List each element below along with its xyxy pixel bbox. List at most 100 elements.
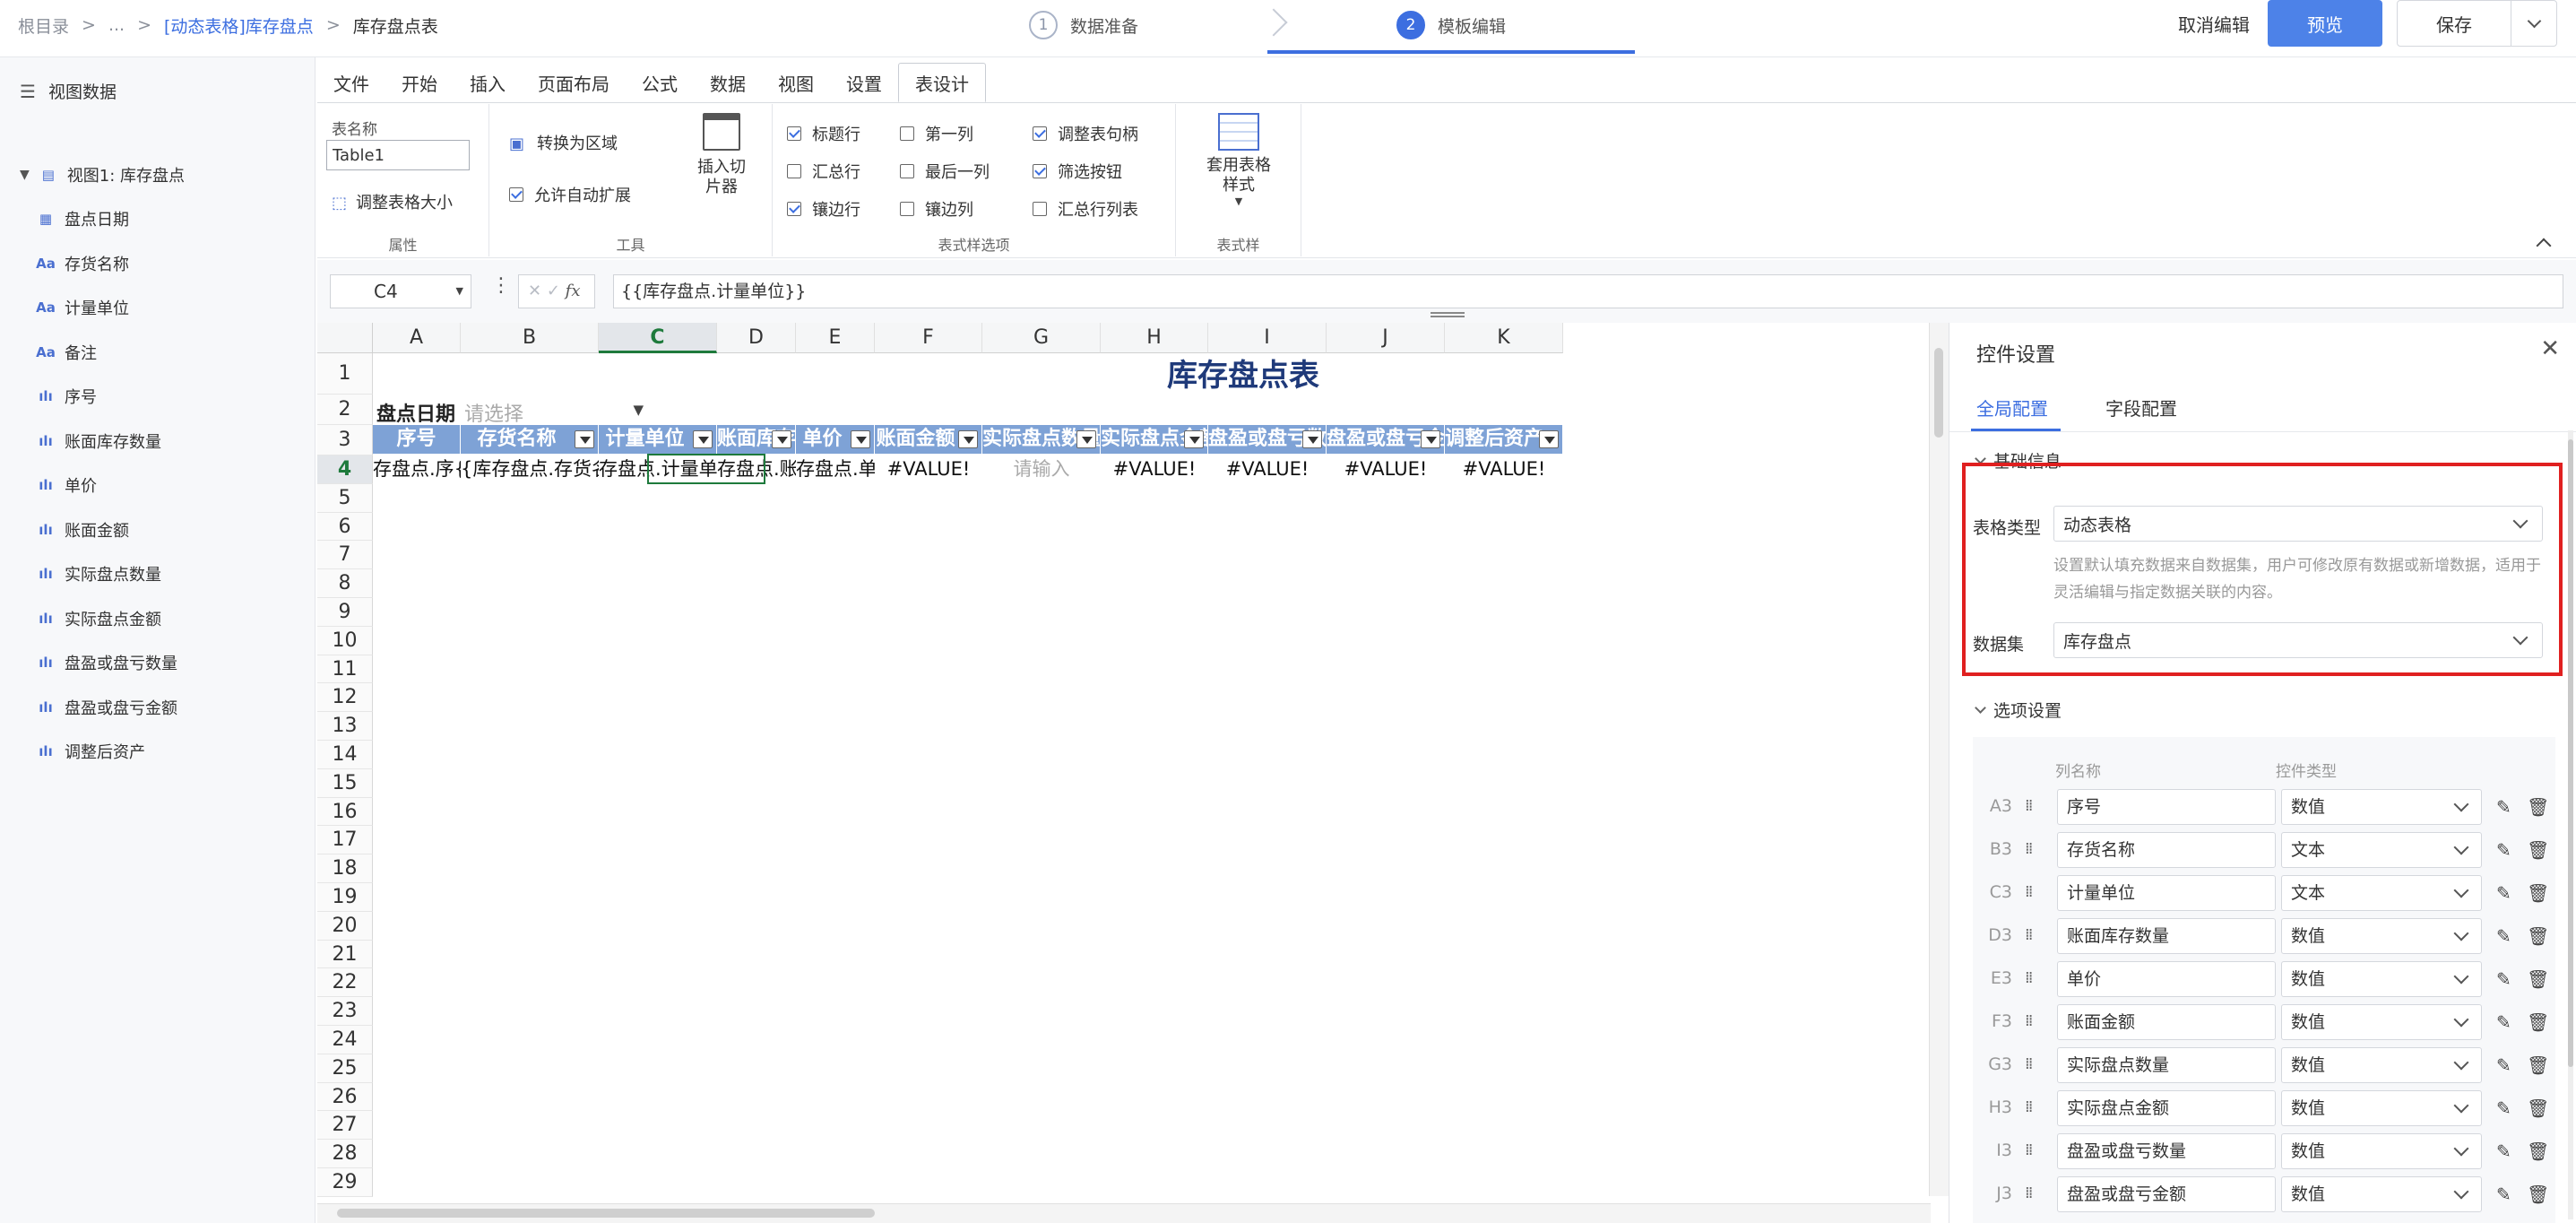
row-header[interactable]: 25 bbox=[317, 1054, 373, 1083]
filter-dropdown-icon[interactable] bbox=[1539, 430, 1559, 448]
tree-root[interactable]: ▼ ▤ 视图1: 库存盘点 bbox=[20, 152, 185, 197]
filter-dropdown-icon[interactable] bbox=[1421, 430, 1440, 448]
ribbon-tab[interactable]: 开始 bbox=[385, 63, 454, 102]
filter-dropdown-icon[interactable] bbox=[958, 430, 978, 448]
section-options[interactable]: 选项设置 bbox=[1975, 698, 2062, 722]
row-header[interactable]: 6 bbox=[317, 512, 373, 542]
table-header-cell[interactable]: 单价 bbox=[796, 425, 875, 454]
column-name-input[interactable]: 盘盈或盘亏数量 bbox=[2057, 1133, 2276, 1169]
name-box[interactable]: C4 ▼ bbox=[330, 274, 471, 308]
row-header[interactable]: 21 bbox=[317, 940, 373, 969]
step-data-prep[interactable]: 1 数据准备 bbox=[1029, 0, 1138, 50]
caret-down-icon[interactable]: ▼ bbox=[20, 168, 30, 182]
drag-handle-icon[interactable]: ⁞⁞ bbox=[2025, 839, 2034, 858]
filter-dropdown-icon[interactable] bbox=[772, 430, 791, 448]
column-header[interactable]: G bbox=[982, 323, 1101, 353]
table-data-cell[interactable]: #VALUE! bbox=[1445, 455, 1563, 482]
sidebar-field-item[interactable]: ılı 实际盘点金额 bbox=[20, 596, 185, 641]
delete-icon[interactable]: 🗑 bbox=[2527, 839, 2549, 861]
edit-icon[interactable]: ✎ bbox=[2496, 1141, 2511, 1162]
row-header[interactable]: 11 bbox=[317, 655, 373, 684]
ribbon-tab[interactable]: 插入 bbox=[454, 63, 522, 102]
sheet-title[interactable]: 库存盘点表 bbox=[1042, 355, 1445, 396]
column-header[interactable]: C bbox=[599, 323, 717, 353]
edit-icon[interactable]: ✎ bbox=[2496, 882, 2511, 904]
row-header[interactable]: 29 bbox=[317, 1168, 373, 1197]
row-header[interactable]: 4 bbox=[317, 455, 373, 484]
row-header[interactable]: 13 bbox=[317, 712, 373, 741]
row-header[interactable]: 3 bbox=[317, 425, 373, 455]
row-header[interactable]: 26 bbox=[317, 1082, 373, 1112]
sidebar-field-item[interactable]: ılı 实际盘点数量 bbox=[20, 552, 185, 597]
cancel-icon[interactable]: ✕ bbox=[528, 282, 541, 300]
table-data-cell[interactable]: #VALUE! bbox=[1327, 455, 1445, 482]
save-button[interactable]: 保存 bbox=[2397, 0, 2511, 47]
delete-icon[interactable]: 🗑 bbox=[2527, 796, 2549, 818]
control-type-select[interactable]: 数值 bbox=[2281, 961, 2482, 997]
table-header-cell[interactable]: 账面金额 bbox=[875, 425, 982, 454]
row-header[interactable]: 20 bbox=[317, 911, 373, 941]
column-header[interactable]: E bbox=[796, 323, 875, 353]
style-option-checkbox[interactable]: 镶边列 bbox=[900, 197, 973, 221]
ribbon-tab[interactable]: 数据 bbox=[694, 63, 762, 102]
table-data-cell[interactable]: 存盘点.序{ bbox=[373, 455, 461, 482]
column-name-input[interactable]: 序号 bbox=[2057, 789, 2276, 825]
table-header-cell[interactable]: 调整后资产 bbox=[1445, 425, 1563, 454]
vertical-scrollbar[interactable] bbox=[1929, 323, 1949, 1196]
scroll-thumb[interactable] bbox=[337, 1209, 875, 1218]
column-name-input[interactable]: 盘盈或盘亏金额 bbox=[2057, 1176, 2276, 1212]
style-option-checkbox[interactable]: 汇总行列表 bbox=[1033, 197, 1138, 221]
table-data-cell[interactable]: #VALUE! bbox=[1208, 455, 1327, 482]
column-header[interactable]: B bbox=[461, 323, 599, 353]
row-header[interactable]: 22 bbox=[317, 968, 373, 998]
row-header[interactable]: 10 bbox=[317, 626, 373, 655]
delete-icon[interactable]: 🗑 bbox=[2527, 1097, 2549, 1119]
table-data-cell[interactable]: {库存盘点.存货名称} bbox=[461, 455, 599, 482]
sidebar-field-item[interactable]: ılı 盘盈或盘亏数量 bbox=[20, 641, 185, 686]
date-label[interactable]: 盘点日期 bbox=[376, 398, 455, 427]
table-name-input[interactable] bbox=[326, 140, 470, 170]
drag-handle-icon[interactable]: ⁞⁞ bbox=[2025, 796, 2034, 815]
panel-scrollbar[interactable] bbox=[2568, 430, 2573, 1219]
control-type-select[interactable]: 数值 bbox=[2281, 1090, 2482, 1126]
drag-handle-icon[interactable]: ⁞⁞ bbox=[2025, 1011, 2034, 1030]
formula-input[interactable]: {{库存盘点.计量单位}} bbox=[613, 274, 2563, 308]
delete-icon[interactable]: 🗑 bbox=[2527, 925, 2549, 947]
row-header[interactable]: 8 bbox=[317, 569, 373, 598]
sidebar-field-item[interactable]: ılı 单价 bbox=[20, 464, 185, 508]
delete-icon[interactable]: 🗑 bbox=[2527, 882, 2549, 904]
drag-handle-icon[interactable]: ⁞⁞ bbox=[2025, 968, 2034, 987]
ribbon-tab[interactable]: 视图 bbox=[762, 63, 830, 102]
column-name-input[interactable]: 账面库存数量 bbox=[2057, 918, 2276, 954]
style-option-checkbox[interactable]: 标题行 bbox=[787, 122, 860, 145]
control-type-select[interactable]: 文本 bbox=[2281, 875, 2482, 911]
filter-dropdown-icon[interactable] bbox=[1076, 430, 1096, 448]
row-header[interactable]: 23 bbox=[317, 997, 373, 1026]
drag-handle-icon[interactable]: ⁞⁞ bbox=[2025, 1141, 2034, 1159]
control-type-select[interactable]: 数值 bbox=[2281, 789, 2482, 825]
select-all-corner[interactable] bbox=[317, 323, 373, 353]
table-header-cell[interactable]: 盘盈或盘亏数量 bbox=[1208, 425, 1327, 454]
table-data-cell[interactable]: #VALUE! bbox=[875, 455, 982, 482]
ribbon-tab[interactable]: 页面布局 bbox=[522, 63, 626, 102]
control-type-select[interactable]: 数值 bbox=[2281, 1004, 2482, 1040]
filter-dropdown-icon[interactable] bbox=[1184, 430, 1204, 448]
sidebar-field-item[interactable]: Aa 存货名称 bbox=[20, 241, 185, 286]
edit-icon[interactable]: ✎ bbox=[2496, 1097, 2511, 1119]
row-header[interactable]: 5 bbox=[317, 483, 373, 513]
column-header[interactable]: A bbox=[373, 323, 461, 353]
delete-icon[interactable]: 🗑 bbox=[2527, 1011, 2549, 1033]
row-header[interactable]: 27 bbox=[317, 1111, 373, 1141]
style-option-checkbox[interactable]: 镶边行 bbox=[787, 197, 860, 221]
sidebar-field-item[interactable]: ılı 账面库存数量 bbox=[20, 419, 185, 464]
column-header[interactable]: I bbox=[1208, 323, 1327, 353]
sidebar-field-item[interactable]: ılı 盘盈或盘亏金额 bbox=[20, 685, 185, 730]
table-header-cell[interactable]: 序号 bbox=[373, 425, 461, 454]
save-options-button[interactable] bbox=[2511, 0, 2557, 47]
style-option-checkbox[interactable]: 汇总行 bbox=[787, 160, 860, 183]
column-header[interactable]: D bbox=[717, 323, 796, 353]
column-header[interactable]: J bbox=[1327, 323, 1445, 353]
edit-icon[interactable]: ✎ bbox=[2496, 1184, 2511, 1205]
drag-handle-icon[interactable]: ⁞⁞ bbox=[2025, 1054, 2034, 1073]
confirm-icon[interactable]: ✓ bbox=[547, 282, 560, 300]
